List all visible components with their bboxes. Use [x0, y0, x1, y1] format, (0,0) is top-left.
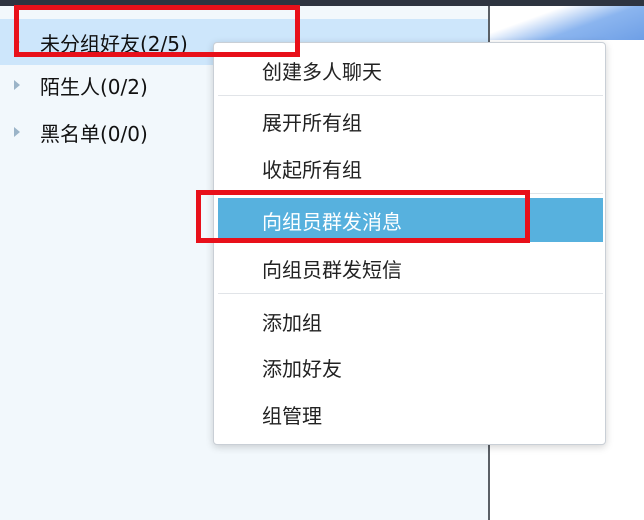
- group-label: 未分组好友(2/5): [40, 31, 188, 56]
- menu-item-collapse-all[interactable]: 收起所有组: [218, 146, 603, 190]
- menu-item-create-group-chat[interactable]: 创建多人聊天: [218, 48, 603, 92]
- group-label: 陌生人(0/2): [40, 74, 148, 99]
- menu-item-expand-all[interactable]: 展开所有组: [218, 99, 603, 143]
- menu-separator: [218, 95, 603, 96]
- context-menu: 创建多人聊天 展开所有组 收起所有组 向组员群发消息 向组员群发短信 添加组 添…: [213, 42, 606, 445]
- app-window: 未分组好友(2/5) 陌生人(0/2) 黑名单(0/0) 创建多人聊天 展开所有…: [0, 0, 644, 520]
- menu-item-add-group[interactable]: 添加组: [218, 299, 603, 343]
- expand-arrow-icon[interactable]: [14, 37, 20, 47]
- expand-arrow-icon[interactable]: [14, 127, 20, 137]
- group-label: 黑名单(0/0): [40, 121, 148, 146]
- expand-arrow-icon[interactable]: [14, 80, 20, 90]
- menu-item-broadcast-message[interactable]: 向组员群发消息: [218, 198, 603, 242]
- menu-item-manage-groups[interactable]: 组管理: [218, 392, 603, 436]
- corner-decoration: [490, 6, 644, 40]
- menu-item-add-friend[interactable]: 添加好友: [218, 345, 603, 389]
- menu-item-broadcast-sms[interactable]: 向组员群发短信: [218, 246, 603, 290]
- menu-separator: [218, 293, 603, 294]
- menu-separator: [218, 193, 603, 194]
